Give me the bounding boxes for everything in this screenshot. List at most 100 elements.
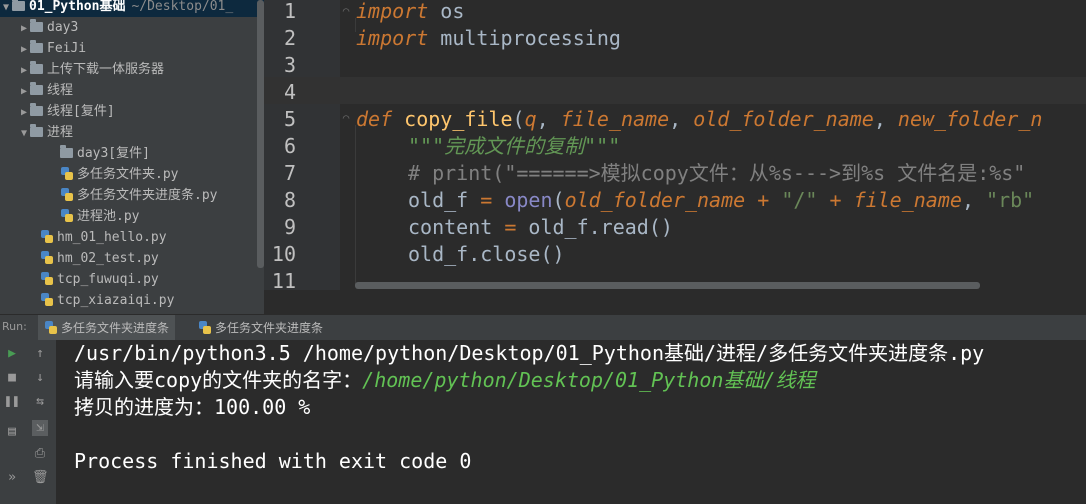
code-keyword: import: [356, 0, 429, 23]
console-prompt: 请输入要copy的文件夹的名字：: [74, 368, 363, 392]
tree-item-multitask-folder-py[interactable]: 多任务文件夹.py: [60, 164, 178, 185]
code-text: ,: [961, 188, 987, 212]
code-text: os: [428, 0, 465, 23]
tree-item-tcp-xiazaiqi-py[interactable]: tcp_xiazaiqi.py: [40, 290, 174, 311]
tree-item-label: hm_02_test.py: [57, 251, 159, 266]
tree-item-label: day3: [47, 20, 79, 35]
chevron-down-icon[interactable]: ▼: [0, 0, 12, 18]
tree-item-day3[interactable]: ▶ day3: [18, 17, 78, 38]
tree-item-label: 线程: [47, 83, 74, 98]
run-tab-label: 多任务文件夹进度条: [215, 321, 324, 335]
tree-item-feiji[interactable]: ▶ FeiJi: [18, 38, 86, 59]
tree-item-label: 多任务文件夹.py: [77, 167, 179, 182]
tree-item-process[interactable]: ▼ 进程: [18, 122, 73, 143]
console-line: 请输入要copy的文件夹的名字：/home/python/Desktop/01_…: [74, 367, 815, 394]
soft-wrap-icon[interactable]: ⇆: [32, 394, 48, 410]
tree-item-threads-copy[interactable]: ▶ 线程[复件]: [18, 101, 115, 122]
line-number: 2: [283, 26, 296, 50]
run-tab-2[interactable]: 多任务文件夹进度条: [192, 315, 329, 341]
code-param: old_folder_name: [564, 188, 746, 212]
console-line: 拷贝的进度为：100.00 %: [74, 395, 311, 419]
code-text: old_f.read(): [516, 215, 673, 239]
fold-marker-icon[interactable]: ⌒: [340, 4, 352, 18]
chevron-right-icon[interactable]: ▶: [18, 60, 30, 81]
arrow-down-icon[interactable]: ↓: [32, 370, 48, 386]
folder-icon: [30, 61, 43, 74]
folder-icon: [30, 82, 43, 95]
fold-marker-icon[interactable]: ⌒: [340, 111, 352, 125]
more-icon[interactable]: »: [4, 470, 20, 486]
run-label: Run:: [2, 320, 27, 333]
code-line-2: import multiprocessing: [356, 25, 621, 52]
print-icon[interactable]: ⎙: [32, 446, 48, 462]
chevron-right-icon[interactable]: ▶: [18, 102, 30, 123]
code-text: content: [408, 215, 505, 239]
tree-item-label: 进程池.py: [77, 209, 140, 224]
stop-icon[interactable]: ■: [4, 370, 20, 386]
tree-item-upload-server[interactable]: ▶ 上传下载一体服务器: [18, 59, 164, 80]
folder-icon: [30, 103, 43, 116]
code-text: (: [512, 107, 525, 131]
code-docstring: """完成文件的复制""": [408, 134, 621, 158]
editor-horizontal-scrollbar[interactable]: [355, 282, 980, 289]
run-console[interactable]: /usr/bin/python3.5 /home/python/Desktop/…: [56, 340, 1086, 504]
run-icon[interactable]: ▶: [4, 346, 20, 362]
tree-scrollbar[interactable]: [257, 0, 264, 268]
tree-root-path: ~/Desktop/01_: [131, 0, 234, 14]
line-number: 10: [271, 242, 296, 266]
code-operator: =: [504, 215, 517, 239]
python-file-icon: [40, 251, 53, 264]
tree-item-day3-copy[interactable]: day3[复件]: [60, 143, 150, 164]
code-operator: +: [745, 188, 782, 212]
tree-item-label: tcp_xiazaiqi.py: [57, 293, 175, 308]
current-line-highlight: [264, 77, 1086, 104]
tree-item-multitask-progress-py[interactable]: 多任务文件夹进度条.py: [60, 185, 217, 206]
run-tab-label: 多任务文件夹进度条: [61, 321, 170, 335]
code-function-name: copy_file: [404, 107, 513, 131]
code-param: old_folder_name: [693, 107, 874, 131]
tree-item-label: hm_01_hello.py: [57, 230, 167, 245]
code-param: new_folder_n: [897, 107, 1043, 131]
scroll-to-end-icon[interactable]: ⇲: [32, 420, 48, 436]
python-file-icon: [60, 188, 73, 201]
code-line-7: # print("======>模拟copy文件：从%s--->到%s 文件名是…: [408, 160, 1025, 187]
code-text: (: [552, 188, 565, 212]
chevron-right-icon[interactable]: ▶: [18, 81, 30, 102]
delete-icon[interactable]: 🗑: [32, 470, 49, 486]
tree-item-hm02-py[interactable]: hm_02_test.py: [40, 248, 159, 269]
tree-item-hm01-py[interactable]: hm_01_hello.py: [40, 227, 167, 248]
code-text: ,: [536, 107, 561, 131]
tree-item-threads[interactable]: ▶ 线程: [18, 80, 73, 101]
python-file-icon: [60, 209, 73, 222]
code-line-10: old_f.close(): [408, 241, 565, 268]
project-tree: ▼ 01_Python基础 ~/Desktop/01_ ▶ day3 ▶ FeiJi ▶…: [0, 0, 264, 314]
line-number: 7: [283, 161, 296, 185]
line-number: 9: [283, 215, 296, 239]
pause-icon[interactable]: ❚❚: [4, 394, 20, 410]
folder-icon: [30, 40, 43, 53]
folder-icon: [12, 0, 25, 11]
tree-item-label: tcp_fuwuqi.py: [57, 272, 159, 287]
chevron-down-icon[interactable]: ▼: [18, 123, 30, 144]
arrow-up-icon[interactable]: ↑: [32, 346, 48, 362]
code-text: old_f.close(): [408, 242, 565, 266]
python-file-icon: [60, 167, 73, 180]
code-text: multiprocessing: [428, 26, 621, 50]
tree-item-process-pool-py[interactable]: 进程池.py: [60, 206, 139, 227]
tree-item-tcp-fuwuqi-py[interactable]: tcp_fuwuqi.py: [40, 269, 159, 290]
code-builtin: open: [504, 188, 553, 212]
code-string: "/": [781, 188, 818, 212]
tree-item-label: 进程: [47, 125, 74, 140]
folder-icon: [30, 19, 43, 32]
chevron-right-icon[interactable]: ▶: [18, 18, 30, 39]
code-string: "rb": [986, 188, 1035, 212]
run-tab-1[interactable]: 多任务文件夹进度条: [38, 315, 176, 341]
indent-guide: [355, 125, 356, 285]
code-line-9: content = old_f.read(): [408, 214, 673, 241]
layout-icon[interactable]: ▤: [4, 424, 20, 440]
chevron-right-icon[interactable]: ▶: [18, 39, 30, 60]
python-file-icon: [44, 321, 57, 334]
run-toolbar: ▶ ↑ ■ ↓ ❚❚ ⇆ ▤ ⇲ ⎙ » 🗑: [0, 340, 56, 504]
tree-root[interactable]: ▼ 01_Python基础 ~/Desktop/01_: [0, 0, 264, 17]
